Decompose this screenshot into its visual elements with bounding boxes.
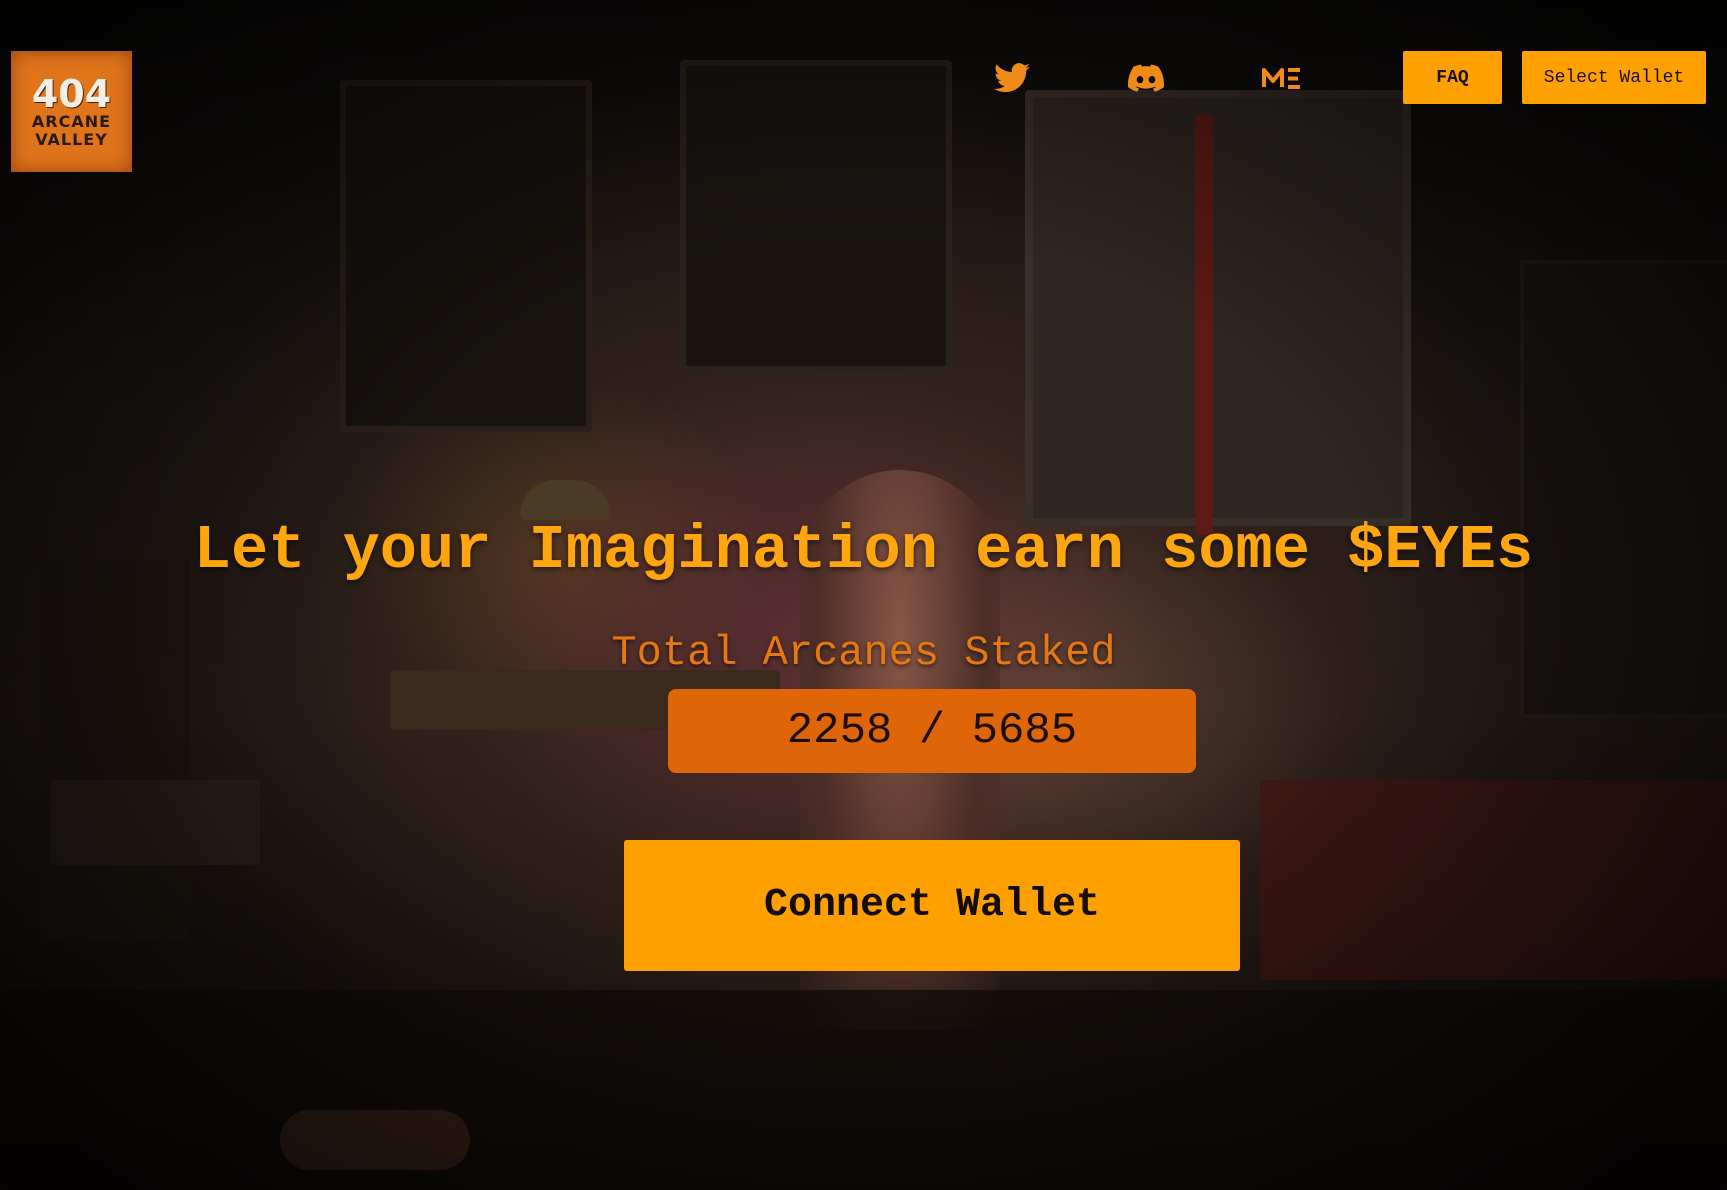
hero-headline: Let your Imagination earn some $EYEs (193, 515, 1534, 586)
staked-counter: 2258 / 5685 (668, 689, 1196, 773)
logo-number: 404 (31, 71, 112, 116)
total-staked-label: Total Arcanes Staked (611, 629, 1116, 677)
magic-eden-icon (1262, 68, 1300, 89)
background-scene (0, 0, 1727, 1190)
discord-link[interactable] (1126, 58, 1166, 98)
select-wallet-button[interactable]: Select Wallet (1522, 51, 1706, 104)
twitter-icon (994, 63, 1030, 93)
logo-line-2: VALLEY (35, 129, 108, 149)
connect-wallet-button[interactable]: Connect Wallet (624, 840, 1240, 971)
staked-count-value: 2258 / 5685 (786, 706, 1078, 756)
faq-button[interactable]: FAQ (1403, 51, 1502, 104)
discord-icon (1128, 64, 1164, 92)
arcane-valley-logo[interactable]: 404 ARCANE VALLEY (11, 51, 132, 172)
vignette (0, 0, 1727, 1190)
magic-eden-link[interactable] (1262, 58, 1302, 98)
twitter-link[interactable] (992, 58, 1032, 98)
logo-line-1: ARCANE (31, 111, 112, 131)
